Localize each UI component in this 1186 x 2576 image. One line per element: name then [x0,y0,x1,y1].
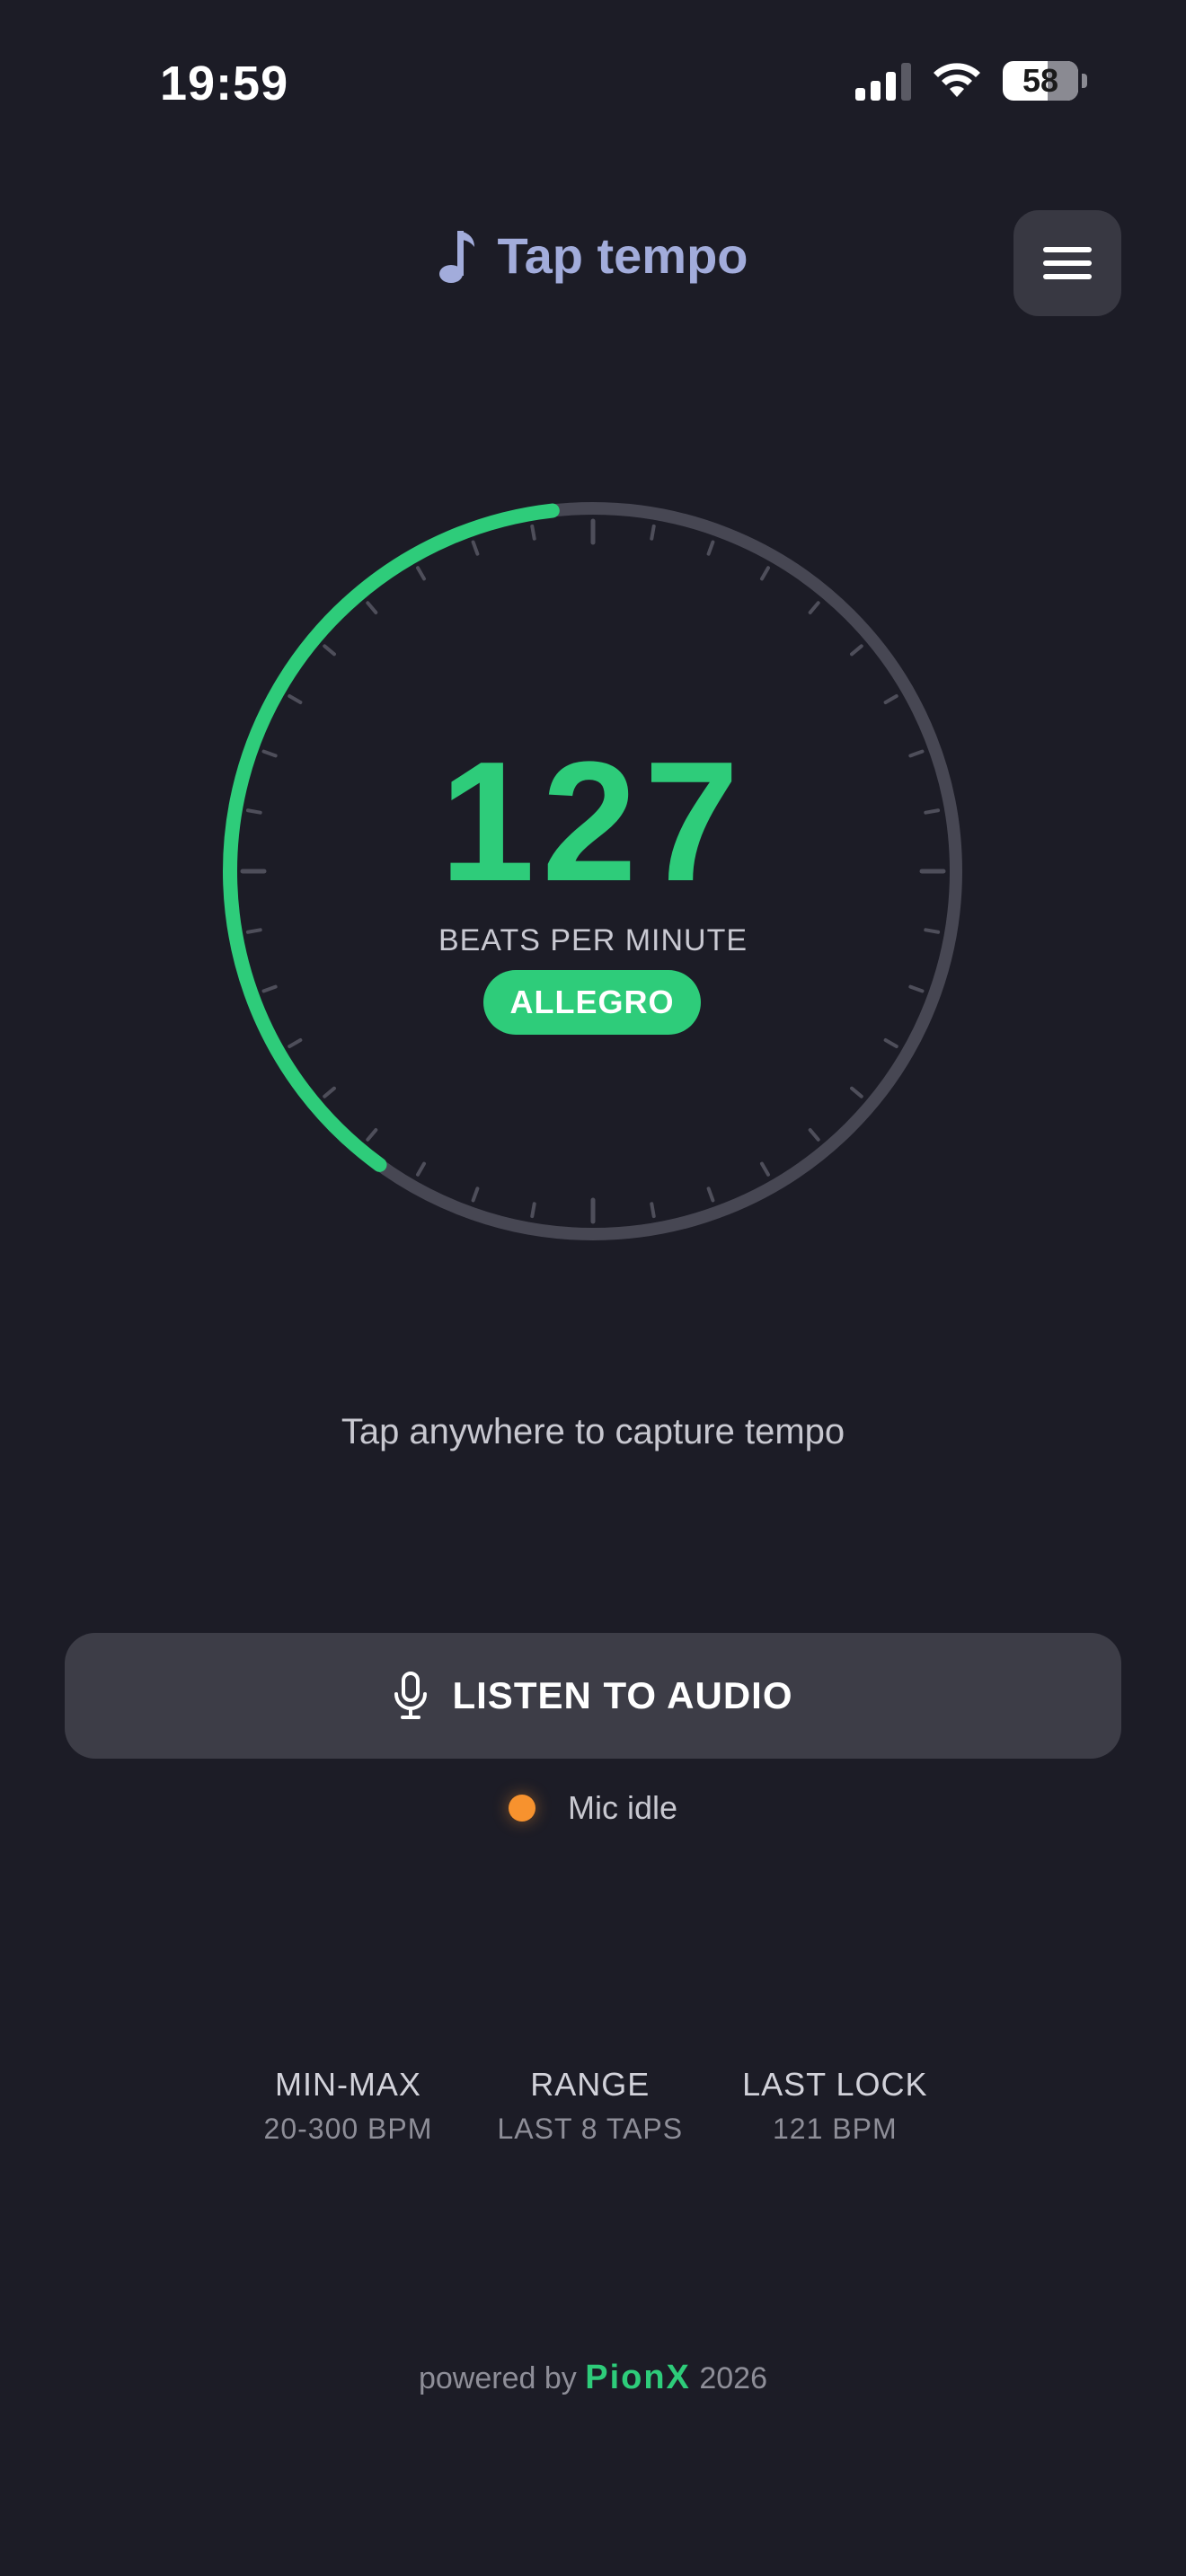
dial-tick [808,1128,820,1142]
dial-tick [471,540,480,556]
dial-tick [850,644,863,657]
dial-tick [323,644,336,657]
tap-hint: Tap anywhere to capture tempo [341,1412,845,1451]
wifi-icon [934,63,980,97]
dial-tick [760,1161,770,1177]
dial-tick [288,694,303,704]
dial-tick [706,540,715,556]
tap-tempo-screen[interactable]: 19:59 58 Tap tempo 127 BEATS PER MINUTE … [0,0,1186,2576]
stat-title: MIN-MAX [274,2066,421,2103]
footer-prefix: powered by [418,2361,577,2395]
stat-title: RANGE [530,2066,651,2103]
dial-tick [416,1161,426,1177]
battery-icon: 58 [1003,61,1087,101]
stats-row: MIN-MAX 20-300 BPM RANGE LAST 8 TAPS LAS… [0,2066,1186,2146]
dial-tick [908,984,925,993]
mic-status-dot [508,1795,535,1822]
hamburger-menu-icon [1043,247,1092,252]
status-icons: 58 [855,61,1087,101]
dial-tick [471,1187,480,1203]
stat-last-lock: LAST LOCK 121 BPM [742,2066,927,2146]
stat-value: 121 BPM [773,2113,898,2145]
music-note-icon [438,230,474,283]
listen-button-label: LISTEN TO AUDIO [452,1674,793,1716]
dial-tick [706,1187,715,1203]
tempo-dial[interactable]: 127 BEATS PER MINUTE ALLEGRO [216,494,970,1248]
page-title-text: Tap tempo [497,227,748,284]
footer: powered by PionX 2026 [0,2359,1186,2397]
dial-tick [416,566,426,581]
menu-button[interactable] [1013,210,1121,316]
stat-range: RANGE LAST 8 TAPS [497,2066,683,2146]
dial-tick [366,601,378,614]
dial-tick [883,1038,898,1048]
status-time: 19:59 [160,57,289,110]
dial-tick [850,1086,863,1098]
signal-icon [855,61,911,101]
dial-tick [650,1202,656,1219]
mic-status: Mic idle [0,1789,1186,1827]
tempo-badge: ALLEGRO [483,970,701,1035]
dial-tick [530,1202,536,1219]
listen-to-audio-button[interactable]: LISTEN TO AUDIO [65,1633,1121,1759]
bpm-value: 127 [439,727,747,917]
dial-tick [760,566,770,581]
dial-tick [808,601,820,614]
stat-value: 20-300 BPM [263,2113,433,2145]
dial-tick [366,1128,378,1142]
bpm-label: BEATS PER MINUTE [438,923,748,957]
stat-title: LAST LOCK [742,2066,928,2103]
page-title: Tap tempo [0,226,1186,285]
dial-tick [288,1038,303,1048]
battery-level: 58 [1022,62,1059,99]
stat-value: LAST 8 TAPS [497,2113,684,2145]
dial-tick [323,1086,336,1098]
footer-year: 2026 [699,2361,767,2395]
microphone-icon [394,1672,428,1719]
dial-tick [261,984,278,993]
dial-tick [883,694,898,704]
mic-status-text: Mic idle [567,1789,678,1826]
footer-brand: PionX [585,2359,691,2396]
dial-tick [530,524,536,541]
dial-tick [650,524,656,541]
stat-min-max: MIN-MAX 20-300 BPM [258,2066,438,2146]
